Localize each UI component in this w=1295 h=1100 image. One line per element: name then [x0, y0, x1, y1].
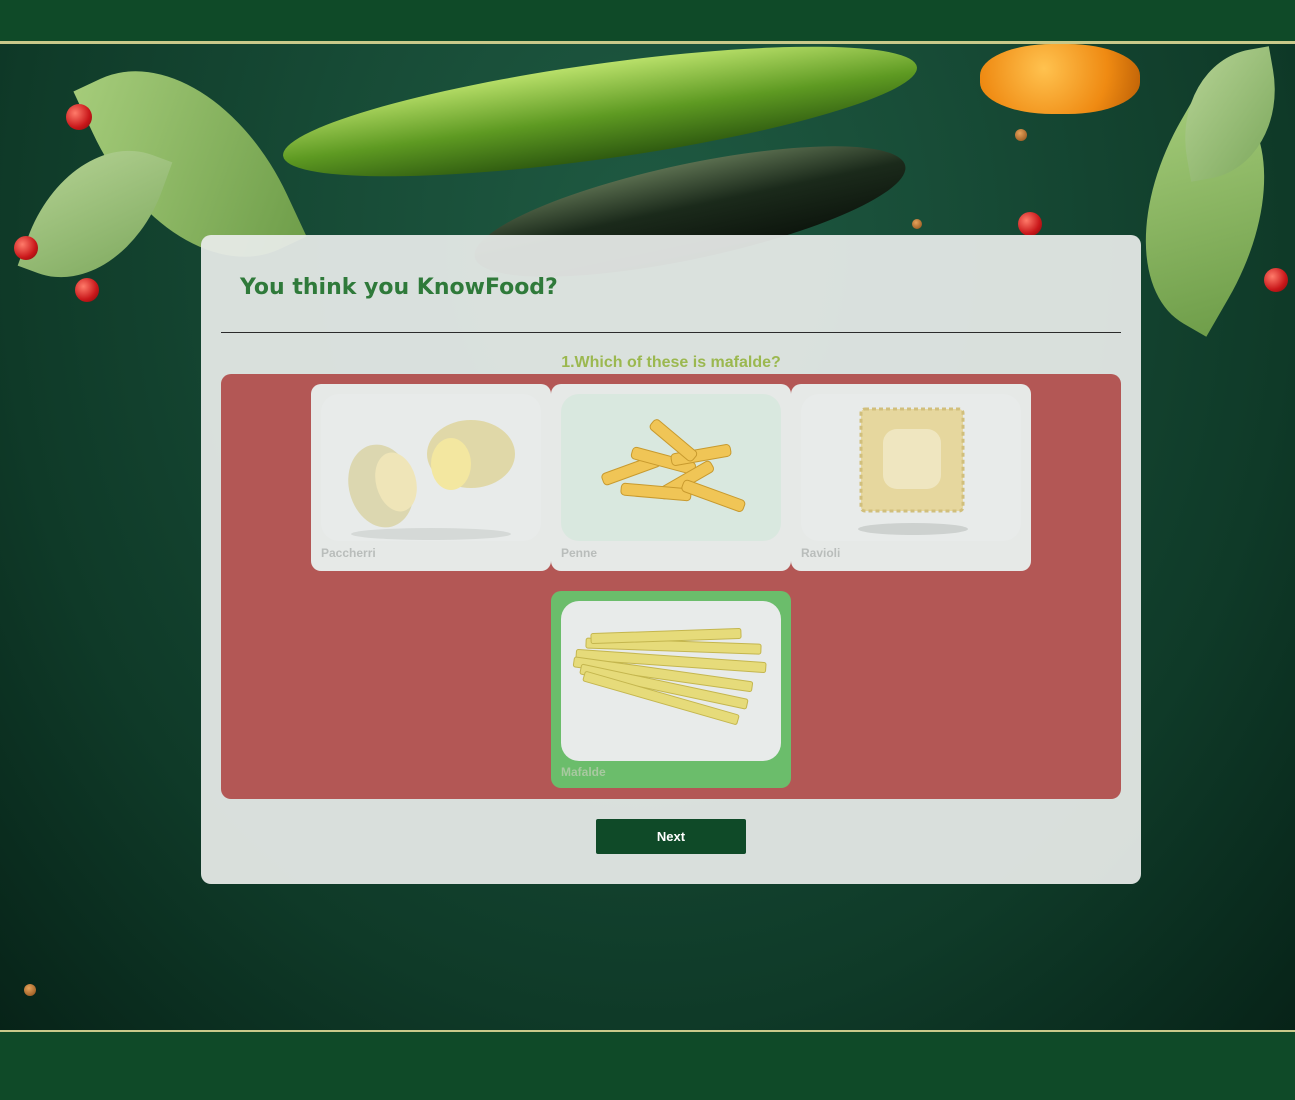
option-label: Paccherri	[321, 546, 376, 560]
seed-decoration	[1015, 129, 1027, 141]
quiz-card: You think you KnowFood? 1.Which of these…	[201, 235, 1141, 884]
answer-options-area: Paccherri Penne Ravioli Mafalde	[221, 374, 1121, 799]
tomato-decoration	[66, 104, 92, 130]
option-mafalde[interactable]: Mafalde	[551, 591, 791, 788]
question-text: 1.Which of these is mafalde?	[561, 354, 781, 371]
seed-decoration	[912, 219, 922, 229]
seed-decoration	[24, 984, 36, 996]
tomato-decoration	[14, 236, 38, 260]
page-title: You think you KnowFood?	[240, 275, 558, 300]
top-header-bar	[0, 0, 1295, 44]
title-divider	[221, 332, 1121, 333]
ravioli-image	[801, 394, 1021, 541]
tomato-decoration	[75, 278, 99, 302]
next-button[interactable]: Next	[596, 819, 746, 854]
mafalde-image	[561, 601, 781, 761]
leaf-decoration	[1170, 46, 1290, 182]
option-paccheri[interactable]: Paccherri	[311, 384, 551, 571]
orange-pepper-decoration	[980, 44, 1140, 114]
option-label: Ravioli	[801, 546, 841, 560]
tomato-decoration	[1018, 212, 1042, 236]
option-ravioli[interactable]: Ravioli	[791, 384, 1031, 571]
tomato-decoration	[1264, 268, 1288, 292]
footer-bar	[0, 1030, 1295, 1100]
penne-image	[561, 394, 781, 541]
option-label: Penne	[561, 546, 598, 560]
option-penne[interactable]: Penne	[551, 384, 791, 571]
paccheri-image	[321, 394, 541, 541]
option-label: Mafalde	[561, 765, 606, 779]
